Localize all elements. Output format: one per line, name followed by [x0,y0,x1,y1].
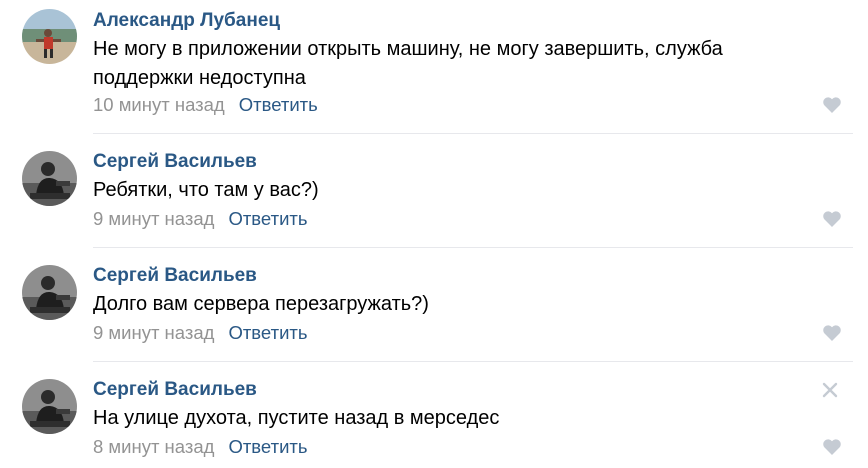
heart-icon[interactable] [822,438,842,456]
comment-meta: 9 минут назад Ответить [93,208,308,230]
comment-item: Сергей Васильев Долго вам сервера переза… [0,248,868,362]
reply-link[interactable]: Ответить [228,208,307,229]
avatar-photo [22,151,77,206]
comment-meta: 8 минут назад Ответить [93,436,308,458]
heart-icon[interactable] [822,210,842,228]
close-icon[interactable] [821,381,839,399]
comment-meta: 10 минут назад Ответить [93,94,318,116]
comment-text: На улице духота, пустите назад в мерседе… [93,407,500,429]
comment-item: Сергей Васильев Ребятки, что там у вас?)… [0,134,868,248]
avatar-photo [22,379,77,434]
reply-link[interactable]: Ответить [228,322,307,343]
reply-link[interactable]: Ответить [239,94,318,115]
avatar[interactable] [22,9,77,64]
comment-text: Ребятки, что там у вас?) [93,179,319,201]
avatar[interactable] [22,151,77,206]
comment-author[interactable]: Сергей Васильев [93,379,257,401]
comment-time[interactable]: 8 минут назад [93,436,214,457]
comment-author[interactable]: Александр Лубанец [93,10,280,32]
avatar[interactable] [22,265,77,320]
heart-icon[interactable] [822,324,842,342]
comment-text: Долго вам сервера перезагружать?) [93,293,429,315]
heart-icon[interactable] [822,96,842,114]
comment-author[interactable]: Сергей Васильев [93,265,257,287]
comment-meta: 9 минут назад Ответить [93,322,308,344]
reply-link[interactable]: Ответить [228,436,307,457]
comment-item: Александр Лубанец Не могу в приложении о… [0,0,868,130]
avatar[interactable] [22,379,77,434]
comment-item: Сергей Васильев На улице духота, пустите… [0,362,868,468]
comment-text: Не могу в приложении открыть машину, не … [93,38,723,89]
avatar-photo [22,265,77,320]
comment-time[interactable]: 10 минут назад [93,94,225,115]
comment-author[interactable]: Сергей Васильев [93,151,257,173]
comment-time[interactable]: 9 минут назад [93,208,214,229]
avatar-photo [22,9,77,64]
comment-time[interactable]: 9 минут назад [93,322,214,343]
